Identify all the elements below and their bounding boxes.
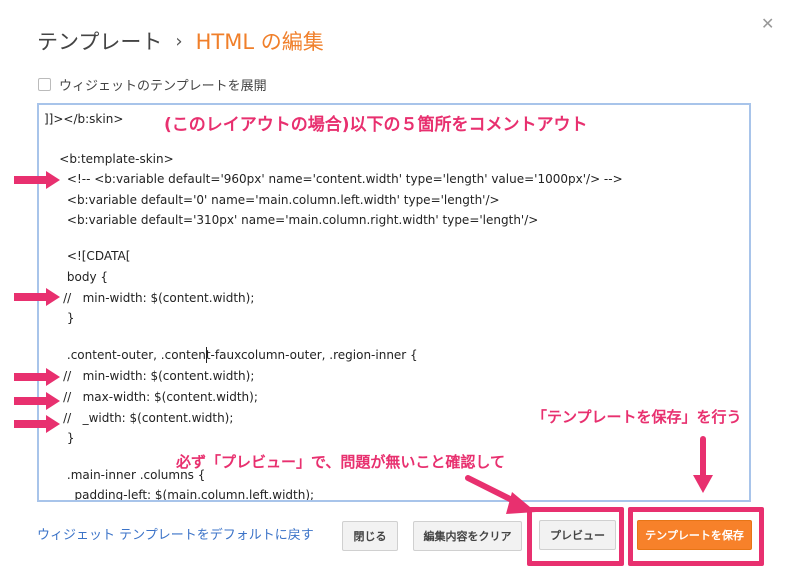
expand-widgets-label: ウィジェットのテンプレートを展開	[59, 79, 267, 94]
code-line: // max-width: $(content.width);	[44, 390, 258, 404]
code-line: body {	[44, 270, 109, 284]
text-cursor	[206, 347, 207, 363]
reset-template-link[interactable]: ウィジェット テンプレートをデフォルトに戻す	[37, 524, 314, 543]
arrow-right-icon	[14, 392, 60, 410]
arrow-right-icon	[14, 288, 60, 306]
arrow-right-icon	[14, 415, 60, 433]
code-line: // _width: $(content.width);	[44, 411, 234, 425]
code-line: <![CDATA[	[44, 249, 131, 263]
save-template-button[interactable]: テンプレートを保存	[637, 520, 752, 550]
close-icon[interactable]: ✕	[761, 14, 774, 33]
code-line: }	[44, 311, 75, 325]
dialog-header: テンプレート › HTML の編集	[37, 28, 324, 54]
expand-widgets-checkbox[interactable]	[38, 78, 51, 91]
close-button[interactable]: 閉じる	[342, 521, 398, 551]
arrow-right-icon	[14, 171, 60, 189]
annotation-preview-note: 必ず「プレビュー」で、問題が無いこと確認して	[176, 453, 505, 471]
annotation-save-note: 「テンプレートを保存」を行う	[532, 408, 742, 426]
code-line: // min-width: $(content.width);	[44, 291, 255, 305]
arrow-down-icon	[693, 436, 713, 493]
code-line: <b:template-skin>	[44, 152, 174, 166]
html-code-editor[interactable]: ]]></b:skin> <b:template-skin> <!-- <b:v…	[37, 103, 751, 502]
code-line: padding-left: $(main.column.left.width);	[44, 488, 315, 502]
page-title: HTML の編集	[195, 30, 324, 54]
preview-button[interactable]: プレビュー	[539, 520, 616, 550]
clear-edits-button[interactable]: 編集内容をクリア	[413, 521, 522, 551]
code-line: ]]></b:skin>	[44, 112, 124, 126]
code-line: .content-outer, .content-fauxcolumn-oute…	[44, 348, 418, 362]
annotation-comment-out: (このレイアウトの場合)以下の５箇所をコメントアウト	[164, 115, 588, 135]
code-line: <!-- <b:variable default='960px' name='c…	[44, 172, 623, 186]
breadcrumb-template[interactable]: テンプレート	[37, 26, 162, 56]
code-line: // min-width: $(content.width);	[44, 369, 255, 383]
code-line: <b:variable default='0' name='main.colum…	[44, 193, 500, 207]
code-line: <b:variable default='310px' name='main.c…	[44, 213, 539, 227]
breadcrumb-separator: ›	[175, 30, 183, 52]
arrow-right-icon	[14, 368, 60, 386]
expand-widgets-row[interactable]: ウィジェットのテンプレートを展開	[38, 75, 267, 94]
